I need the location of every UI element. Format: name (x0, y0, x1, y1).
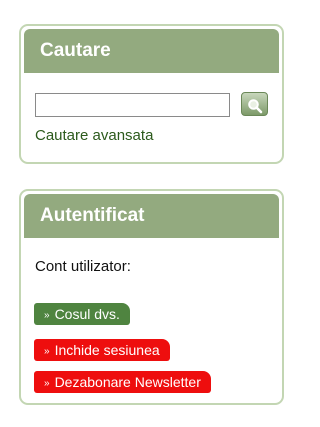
search-button[interactable] (241, 92, 268, 116)
auth-box: Autentificat Cont utilizator: » Cosul dvs… (19, 189, 284, 405)
cart-button-label: Cosul dvs. (54, 306, 120, 322)
logout-button-label: Inchide sesiunea (54, 342, 160, 358)
logout-button[interactable]: » Inchide sesiunea (34, 339, 170, 361)
search-box-title: Cautare (24, 29, 279, 73)
double-chevron-right-icon: » (44, 346, 50, 357)
account-label: Cont utilizator: (35, 258, 131, 275)
search-box: Cautare Cautare avansata (19, 24, 284, 164)
double-chevron-right-icon: » (44, 378, 50, 389)
magnifier-icon (247, 98, 262, 113)
cart-button[interactable]: » Cosul dvs. (34, 303, 130, 325)
newsletter-unsubscribe-button[interactable]: » Dezabonare Newsletter (34, 371, 211, 393)
auth-box-title: Autentificat (24, 194, 279, 238)
double-chevron-right-icon: » (44, 310, 50, 321)
search-input[interactable] (35, 93, 230, 117)
advanced-search-link[interactable]: Cautare avansata (35, 127, 153, 144)
newsletter-unsubscribe-label: Dezabonare Newsletter (54, 374, 201, 390)
